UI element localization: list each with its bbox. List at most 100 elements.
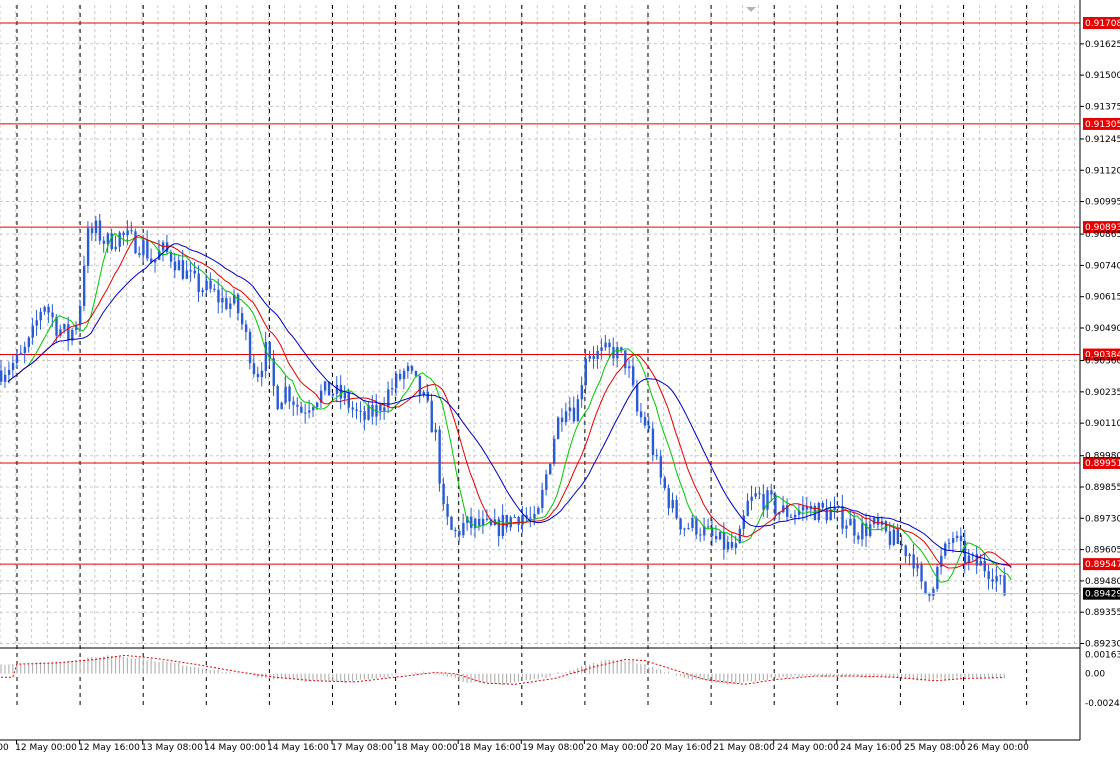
candle-body: [920, 564, 923, 582]
candle-body: [695, 518, 698, 535]
candle-body: [395, 373, 398, 389]
candle-body: [189, 270, 192, 272]
price-tick-label: 0.90110: [1085, 419, 1120, 429]
candle-body: [15, 354, 19, 364]
price-tick-label: 0.89730: [1085, 514, 1120, 524]
candle-body: [31, 325, 34, 338]
candle-body: [102, 240, 106, 244]
candle-body: [27, 337, 31, 347]
candle-body: [639, 411, 643, 418]
candle-body: [118, 232, 121, 247]
candle-body: [521, 515, 524, 525]
candle-body: [916, 564, 919, 569]
candle-body: [707, 526, 710, 528]
candle-body: [406, 366, 410, 372]
price-tick-label: 0.90995: [1085, 198, 1120, 208]
candle-body: [114, 246, 117, 250]
level-label: 0.91305: [1085, 120, 1120, 130]
candle-body: [122, 232, 125, 236]
candle-body: [553, 438, 556, 464]
candle-body: [529, 517, 532, 519]
candle-body: [726, 541, 730, 550]
candle-body: [576, 399, 580, 422]
time-tick-label: 21 May 08:00: [713, 743, 775, 753]
candle-body: [221, 297, 224, 303]
candle-body: [446, 503, 449, 517]
time-tick-label: 14 May 16:00: [267, 743, 329, 753]
candle-body: [410, 366, 414, 371]
candle-body: [383, 407, 386, 411]
candle-body: [750, 496, 753, 501]
candle-body: [955, 535, 959, 539]
candle-body: [730, 541, 734, 548]
candle-body: [908, 554, 911, 557]
candle-body: [185, 270, 189, 279]
candle-body: [316, 402, 319, 408]
candle-body: [687, 527, 690, 529]
candle-body: [675, 499, 678, 519]
candle-body: [655, 455, 659, 457]
time-tick-label: 17 May 08:00: [331, 743, 393, 753]
current-price-label: 0.89429: [1085, 590, 1120, 600]
candle-body: [450, 516, 453, 530]
candle-body: [43, 307, 46, 312]
candle-body: [876, 517, 880, 525]
candle-body: [343, 392, 347, 399]
candle-body: [545, 474, 548, 490]
time-tick-label: 25 May 08:00: [904, 743, 966, 753]
candle-body: [663, 477, 666, 489]
level-label: 0.91708: [1085, 19, 1120, 29]
candle-body: [904, 545, 907, 557]
candle-body: [19, 352, 23, 355]
price-tick-label: 0.90360: [1085, 357, 1120, 367]
time-tick-label: 24 May 16:00: [840, 743, 902, 753]
candle-body: [363, 411, 366, 420]
candle-body: [485, 518, 489, 520]
candle-body: [746, 500, 749, 516]
candle-body: [513, 516, 516, 518]
candle-body: [434, 429, 437, 433]
candle-body: [616, 347, 619, 359]
candle-body: [588, 356, 591, 359]
candle-body: [742, 515, 745, 529]
time-tick-label: 18 May 16:00: [459, 743, 521, 753]
candle-body: [347, 392, 350, 408]
candle-body: [462, 522, 465, 536]
candle-body: [892, 529, 896, 545]
time-tick-label: 14 May 00:00: [204, 743, 266, 753]
osc-tick-label: 0.001636: [1085, 650, 1120, 660]
candle-body: [790, 516, 793, 518]
candle-body: [912, 554, 915, 569]
candle-body: [766, 490, 769, 510]
candle-body: [624, 350, 627, 369]
candle-body: [667, 488, 670, 509]
price-tick-label: 0.90865: [1085, 230, 1120, 240]
candle-body: [821, 503, 824, 508]
candle-body: [391, 388, 394, 390]
candle-body: [201, 290, 204, 293]
osc-tick-label: 0.00: [1085, 670, 1105, 680]
time-tick-label: 12 May 00:00: [15, 743, 77, 753]
candle-body: [146, 240, 149, 259]
candle-body: [549, 463, 552, 475]
candle-body: [632, 366, 635, 385]
candle-body: [248, 331, 252, 364]
price-tick-label: 0.91375: [1085, 102, 1120, 112]
candle-body: [47, 307, 50, 313]
candle-body: [229, 303, 232, 309]
candle-body: [304, 412, 307, 414]
candle-body: [296, 404, 299, 407]
candle-body: [23, 346, 27, 353]
price-tick-label: 0.89480: [1085, 577, 1120, 587]
candle-body: [628, 366, 631, 369]
time-tick-label: 20 May 16:00: [650, 743, 712, 753]
candle-body: [292, 401, 295, 405]
candle-body: [584, 358, 587, 386]
candle-body: [888, 531, 892, 545]
candle-body: [592, 356, 595, 359]
candle-body: [430, 400, 433, 433]
candle-body: [608, 342, 611, 348]
candle-body: [762, 494, 765, 510]
candle-body: [331, 393, 335, 396]
candle-body: [999, 575, 1002, 577]
